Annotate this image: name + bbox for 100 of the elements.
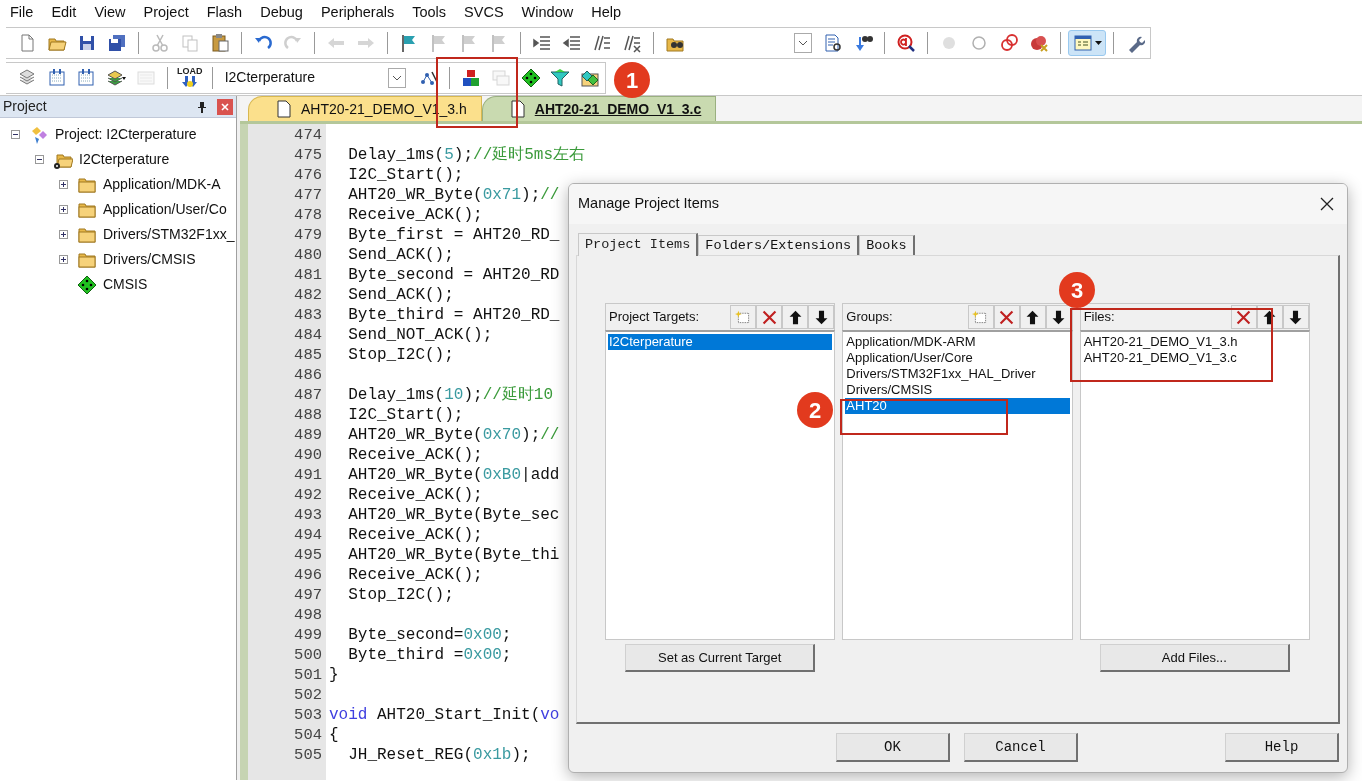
menu-item[interactable]: Window	[521, 2, 574, 24]
menu-item[interactable]: Peripherals	[320, 2, 395, 24]
line-number: 489	[293, 425, 323, 445]
code-line: Receive_ACK();	[347, 566, 483, 584]
tree-item[interactable]: I2Cterperature	[79, 149, 170, 170]
menu-item[interactable]: SVCS	[464, 2, 504, 24]
line-number: 486	[293, 365, 323, 385]
code-line: Byte_second = AHT20_RD	[347, 266, 560, 284]
line-number: 480	[293, 245, 323, 265]
line-number: 497	[293, 585, 323, 605]
panel-title: Project	[3, 97, 47, 116]
expand-icon[interactable]	[58, 230, 68, 239]
code-line: Byte_third = AHT20_RD_	[347, 306, 560, 324]
file-tab[interactable]: AHT20-21_DEMO_V1_3.c	[481, 96, 717, 121]
tree-item[interactable]: Project: I2Cterperature	[55, 124, 197, 145]
diamond-icon	[77, 274, 97, 295]
line-number: 498	[293, 605, 323, 625]
dropdown-field[interactable]	[794, 33, 812, 53]
code-line: Receive_ACK();	[347, 206, 483, 224]
dialog-tab[interactable]: Project Items	[578, 233, 699, 256]
line-number: 485	[293, 345, 323, 365]
delete-icon[interactable]	[1231, 305, 1257, 329]
dialog-title: Manage Project Items	[578, 194, 720, 214]
tree-item[interactable]: Application/User/Co	[103, 199, 227, 220]
line-number: 483	[293, 305, 323, 325]
pin-icon[interactable]	[197, 100, 207, 113]
code-line: JH_Reset_REG(0x1b);	[347, 746, 531, 764]
menu-item[interactable]: Edit	[51, 2, 77, 24]
code-line: Byte_second=0x00;	[347, 626, 512, 644]
file-icon	[277, 100, 291, 118]
line-number: 502	[293, 685, 323, 705]
dialog-tab[interactable]: Folders/Extensions	[698, 235, 860, 255]
line-number: 495	[293, 545, 323, 565]
download-arrow-icon	[181, 75, 198, 90]
list-item[interactable]: Application/MDK-ARM	[845, 334, 1070, 350]
line-number: 505	[293, 745, 323, 765]
target-select[interactable]: I2Cterperature	[222, 65, 410, 90]
line-number: 494	[293, 525, 323, 545]
list-item[interactable]: I2Cterperature	[608, 334, 833, 350]
tree-item[interactable]: CMSIS	[103, 274, 148, 295]
list-item[interactable]: Drivers/STM32F1xx_HAL_Driver	[845, 366, 1070, 382]
line-number: 496	[293, 565, 323, 585]
close-icon	[221, 102, 229, 111]
menu-item[interactable]: Flash	[206, 2, 243, 24]
line-number: 474	[293, 125, 323, 145]
code-line: Stop_I2C();	[347, 586, 454, 604]
code-line: AHT20_WR_Byte(Byte_sec	[347, 506, 560, 524]
list-label: Project Targets:	[609, 308, 701, 327]
code-line: AHT20_WR_Byte(0xB0|add	[347, 466, 560, 484]
list-item[interactable]: Drivers/CMSIS	[845, 382, 1070, 398]
code-line: AHT20_WR_Byte(0x71);//	[347, 186, 560, 204]
dialog-button[interactable]: Add Files...	[1099, 644, 1290, 672]
code-line: Delay_1ms(5);//延时5ms左右	[347, 146, 586, 164]
line-number: 492	[293, 485, 323, 505]
dialog-tab[interactable]: Books	[859, 235, 915, 255]
line-number: 503	[293, 705, 323, 725]
line-number: 487	[293, 385, 323, 405]
dialog-button[interactable]: Set as Current Target	[625, 644, 816, 672]
expand-icon[interactable]	[58, 180, 68, 189]
list-item[interactable]: Application/User/Core	[845, 350, 1070, 366]
delete-icon[interactable]	[756, 305, 783, 329]
code-line: Byte_third =0x00;	[347, 646, 512, 664]
dialog-button[interactable]: Cancel	[964, 733, 1078, 762]
line-number: 478	[293, 205, 323, 225]
dialog-button[interactable]: OK	[836, 733, 950, 762]
code-line: Receive_ACK();	[347, 486, 483, 504]
collapse-icon[interactable]	[10, 130, 20, 139]
line-number: 482	[293, 285, 323, 305]
line-number: 484	[293, 325, 323, 345]
code-line: Byte_first = AHT20_RD_	[347, 226, 560, 244]
code-line: {	[329, 726, 339, 744]
delete-icon[interactable]	[993, 305, 1020, 329]
code-line: Send_ACK();	[347, 286, 454, 304]
menu-item[interactable]: Project	[143, 2, 189, 24]
menu-item[interactable]: File	[10, 2, 34, 24]
line-number: 479	[293, 225, 323, 245]
list-item[interactable]: AHT20-21_DEMO_V1_3.c	[1082, 350, 1307, 366]
dialog-button[interactable]: Help	[1225, 733, 1339, 762]
menu-item[interactable]: Help	[591, 2, 621, 24]
tree-item[interactable]: Application/MDK-A	[103, 174, 221, 195]
chevron-icon	[392, 74, 403, 81]
expand-icon[interactable]	[58, 205, 68, 214]
line-number: 504	[293, 725, 323, 745]
window-layout-icon[interactable]	[1068, 30, 1106, 56]
menu-item[interactable]: View	[94, 2, 126, 24]
menu-item[interactable]: Tools	[412, 2, 447, 24]
menu-item[interactable]: Debug	[260, 2, 303, 24]
list-item[interactable]: AHT20-21_DEMO_V1_3.h	[1082, 334, 1307, 350]
code-line: I2C_Start();	[347, 406, 464, 424]
tree-item[interactable]: Drivers/STM32F1xx_	[103, 224, 235, 245]
download-button[interactable]: LOAD	[174, 63, 205, 92]
collapse-icon[interactable]	[34, 155, 44, 164]
tree-item[interactable]: Drivers/CMSIS	[103, 249, 196, 270]
expand-icon[interactable]	[58, 255, 68, 264]
code-line: void AHT20_Start_Init(vo	[329, 706, 560, 724]
code-line: I2C_Start();	[347, 166, 464, 184]
code-line: Receive_ACK();	[347, 526, 483, 544]
list-item[interactable]: AHT20	[845, 398, 1070, 414]
step-number-callout: 1	[614, 62, 650, 98]
code-line: Delay_1ms(10);//延时10	[347, 386, 554, 404]
